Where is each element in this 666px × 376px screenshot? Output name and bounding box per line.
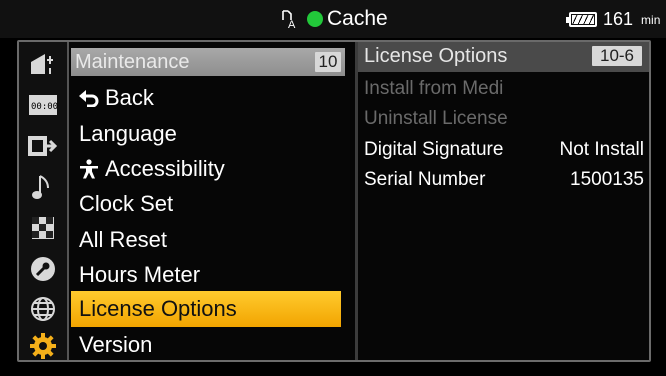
globe-icon[interactable] xyxy=(27,293,59,325)
audio-icon[interactable] xyxy=(27,171,59,203)
gear-icon[interactable] xyxy=(27,330,59,362)
detail-row-digital-signature[interactable]: Digital Signature Not Install xyxy=(364,139,646,165)
battery-icon xyxy=(566,12,597,27)
detail-row-label: Uninstall License xyxy=(364,108,508,129)
menu-item-label: All Reset xyxy=(79,227,168,252)
output-icon[interactable] xyxy=(27,130,59,162)
wrench-icon[interactable] xyxy=(27,253,59,285)
detail-row-label: Install from Medi xyxy=(364,78,504,99)
detail-row-uninstall-license: Uninstall License xyxy=(364,108,646,134)
media-label: Cache xyxy=(327,7,388,30)
detail-row-install-from-media: Install from Medi xyxy=(364,78,646,104)
detail-row-serial-number[interactable]: Serial Number 1500135 xyxy=(364,169,646,195)
battery-value: 161 xyxy=(603,9,634,29)
detail-header: License Options 10-6 xyxy=(358,42,649,72)
category-sidebar: 00:00 xyxy=(19,42,69,360)
accessibility-icon xyxy=(80,159,98,179)
menu-item-label: Accessibility xyxy=(105,156,225,181)
menu-item-back[interactable]: Back xyxy=(71,80,341,116)
menu-item-label: License Options xyxy=(79,296,237,321)
media-card-icon: A xyxy=(281,8,303,30)
detail-row-value: 1500135 xyxy=(570,169,644,190)
menu-item-label: Back xyxy=(105,85,154,110)
detail-row-label: Digital Signature xyxy=(364,139,504,160)
menu-item-label: Language xyxy=(79,121,177,146)
menu-item-all-reset[interactable]: All Reset xyxy=(71,222,341,258)
menu-list: Maintenance 10 Back Language Accessibili… xyxy=(69,42,355,360)
detail-badge: 10-6 xyxy=(592,46,642,66)
detail-title: License Options xyxy=(364,45,508,67)
svg-text:A: A xyxy=(288,19,296,30)
menu-item-language[interactable]: Language xyxy=(71,116,341,152)
battery-status: 161 min xyxy=(565,9,660,30)
camera-icon[interactable] xyxy=(27,48,59,80)
menu-item-clock-set[interactable]: Clock Set xyxy=(71,186,341,222)
menu-badge: 10 xyxy=(315,52,341,72)
media-status: A Cache xyxy=(281,6,388,32)
checker-icon[interactable] xyxy=(27,212,59,244)
menu-header: Maintenance 10 xyxy=(71,48,345,76)
back-arrow-icon xyxy=(79,90,99,107)
menu-item-label: Hours Meter xyxy=(79,262,201,287)
menu-item-accessibility[interactable]: Accessibility xyxy=(71,151,341,187)
menu-item-hours-meter[interactable]: Hours Meter xyxy=(71,257,341,293)
detail-row-value: Not Install xyxy=(559,139,644,160)
detail-panel: License Options 10-6 Install from Medi U… xyxy=(358,42,649,360)
status-bar: A Cache 161 min xyxy=(0,0,666,38)
menu-item-label: Version xyxy=(79,332,153,357)
timecode-icon[interactable]: 00:00 xyxy=(27,89,59,121)
svg-text:00:00: 00:00 xyxy=(31,102,58,112)
menu-title: Maintenance xyxy=(75,51,190,73)
menu-item-label: Clock Set xyxy=(79,191,174,216)
battery-unit: min xyxy=(641,12,661,27)
status-dot xyxy=(307,11,323,27)
menu-item-license-options[interactable]: License Options xyxy=(71,291,341,327)
menu-item-version[interactable]: Version xyxy=(71,327,341,363)
detail-row-label: Serial Number xyxy=(364,169,486,190)
